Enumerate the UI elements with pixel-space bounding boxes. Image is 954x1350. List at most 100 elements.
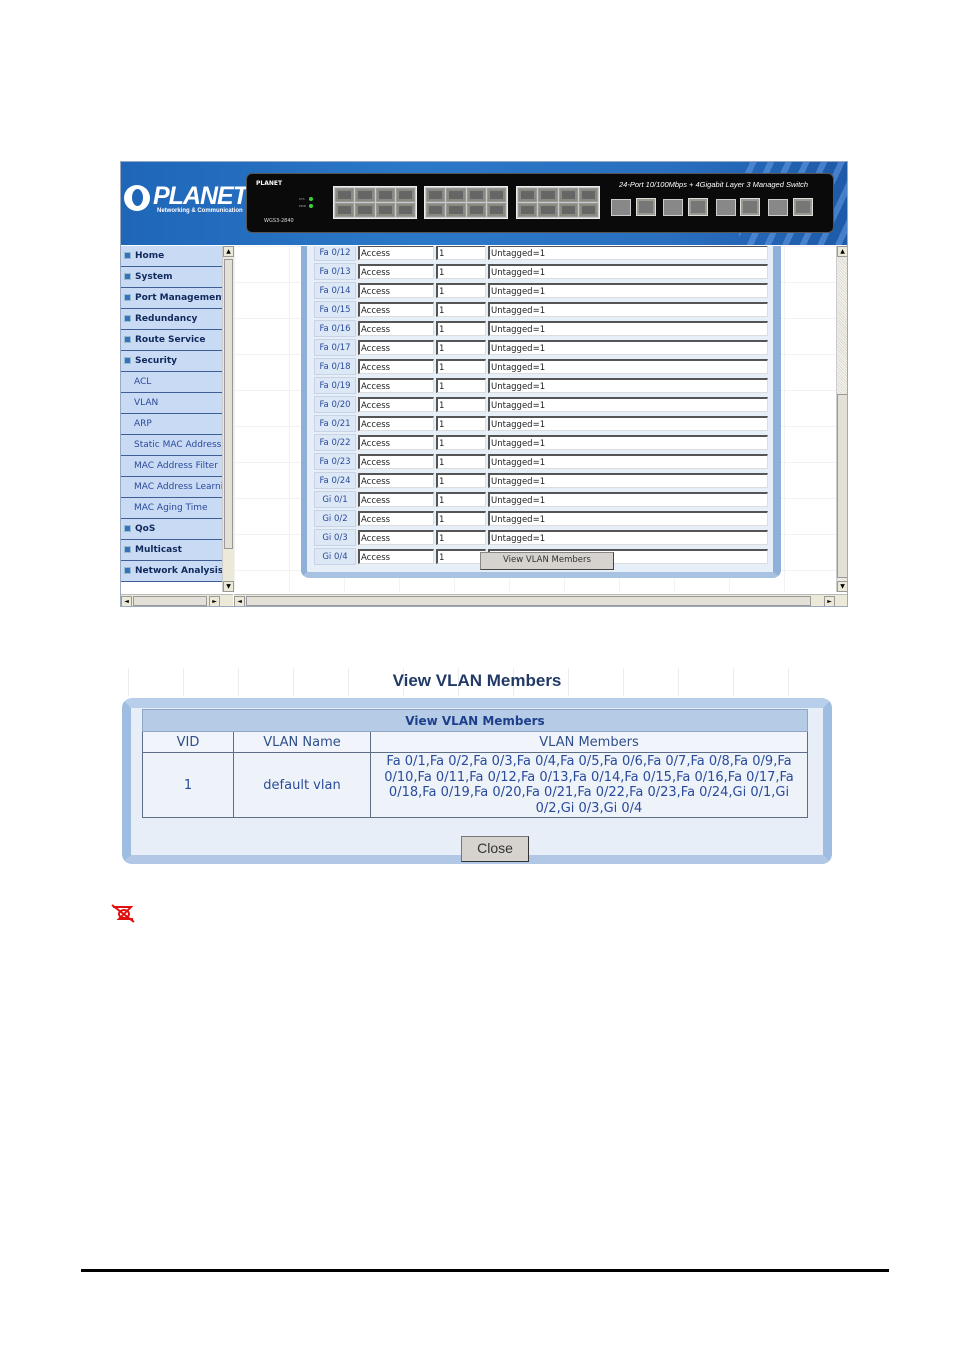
vlan-membership-field[interactable]: Untagged=1 bbox=[488, 378, 768, 393]
device-title: 24-Port 10/100Mbps + 4Gigabit Layer 3 Ma… bbox=[619, 180, 809, 189]
content-horizontal-scrollbar[interactable]: ◄ ► bbox=[234, 594, 847, 606]
pvid-field[interactable]: 1 bbox=[436, 340, 486, 355]
vlan-membership-field[interactable]: Untagged=1 bbox=[488, 359, 768, 374]
pvid-field[interactable]: 1 bbox=[436, 359, 486, 374]
scroll-up-icon[interactable]: ▲ bbox=[223, 246, 234, 257]
vlan-membership-field[interactable]: Untagged=1 bbox=[488, 473, 768, 488]
port-mode-field[interactable]: Access bbox=[358, 246, 434, 260]
sidebar-item-label: Network Analysis bbox=[135, 566, 222, 576]
scrollbar-thumb[interactable] bbox=[837, 394, 847, 578]
view-vlan-members-screenshot: View VLAN Members View VLAN Members VID … bbox=[120, 668, 834, 868]
pvid-field[interactable]: 1 bbox=[436, 435, 486, 450]
vlan-membership-field[interactable]: Untagged=1 bbox=[488, 264, 768, 279]
port-mode-field[interactable]: Access bbox=[358, 416, 434, 431]
sidebar-item-system[interactable]: System bbox=[121, 267, 222, 288]
pvid-field[interactable]: 1 bbox=[436, 454, 486, 469]
port-mode-field[interactable]: Access bbox=[358, 378, 434, 393]
vlan-membership-field[interactable]: Untagged=1 bbox=[488, 321, 768, 336]
vlan-membership-field[interactable]: Untagged=1 bbox=[488, 283, 768, 298]
scrollbar-thumb[interactable] bbox=[246, 596, 811, 606]
vlan-membership-field[interactable]: Untagged=1 bbox=[488, 530, 768, 545]
port-mode-field[interactable]: Access bbox=[358, 435, 434, 450]
port-mode-field[interactable]: Access bbox=[358, 530, 434, 545]
pvid-field[interactable]: 1 bbox=[436, 397, 486, 412]
scroll-right-icon[interactable]: ► bbox=[209, 596, 220, 606]
table-row: Fa 0/22 Access 1 Untagged=1 bbox=[314, 434, 768, 451]
sidebar-item-mac-address-learning[interactable]: MAC Address Learning bbox=[121, 477, 222, 498]
sidebar-item-acl[interactable]: ACL bbox=[121, 372, 222, 393]
close-button[interactable]: Close bbox=[461, 836, 529, 862]
sidebar-item-mac-address-filter[interactable]: MAC Address Filter bbox=[121, 456, 222, 477]
sidebar-item-qos[interactable]: QoS bbox=[121, 519, 222, 540]
pvid-field[interactable]: 1 bbox=[436, 549, 486, 564]
expand-bullet-icon bbox=[124, 525, 131, 532]
vlan-membership-field[interactable]: Untagged=1 bbox=[488, 416, 768, 431]
vlan-membership-field[interactable]: Untagged=1 bbox=[488, 435, 768, 450]
sidebar-item-home[interactable]: Home bbox=[121, 246, 222, 267]
sidebar-item-route-service[interactable]: Route Service bbox=[121, 330, 222, 351]
pvid-field[interactable]: 1 bbox=[436, 321, 486, 336]
vlan-membership-field[interactable]: Untagged=1 bbox=[488, 397, 768, 412]
vlan-membership-field[interactable]: Untagged=1 bbox=[488, 454, 768, 469]
table-row: Gi 0/3 Access 1 Untagged=1 bbox=[314, 529, 768, 546]
expand-bullet-icon bbox=[124, 546, 131, 553]
vlan-members-table: View VLAN Members VID VLAN Name VLAN Mem… bbox=[142, 709, 808, 818]
sidebar-item-redundancy[interactable]: Redundancy bbox=[121, 309, 222, 330]
view-vlan-members-button[interactable]: View VLAN Members bbox=[480, 552, 614, 570]
sidebar-horizontal-scrollbar[interactable]: ◄ ► bbox=[121, 594, 233, 606]
pvid-field[interactable]: 1 bbox=[436, 511, 486, 526]
pvid-field[interactable]: 1 bbox=[436, 246, 486, 260]
sidebar-item-arp[interactable]: ARP bbox=[121, 414, 222, 435]
port-mode-field[interactable]: Access bbox=[358, 492, 434, 507]
scrollbar-thumb[interactable] bbox=[133, 596, 207, 606]
port-mode-field[interactable]: Access bbox=[358, 321, 434, 336]
sidebar-item-mac-aging-time[interactable]: MAC Aging Time bbox=[121, 498, 222, 519]
pvid-field[interactable]: 1 bbox=[436, 492, 486, 507]
sidebar-item-static-mac-address[interactable]: Static MAC Address bbox=[121, 435, 222, 456]
planet-logo[interactable]: PLANET Networking & Communication bbox=[124, 182, 248, 222]
port-mode-field[interactable]: Access bbox=[358, 359, 434, 374]
sidebar-item-network-analysis[interactable]: Network Analysis bbox=[121, 561, 222, 582]
scroll-left-icon[interactable]: ◄ bbox=[234, 596, 245, 606]
vlan-membership-field[interactable]: Untagged=1 bbox=[488, 340, 768, 355]
sidebar-vertical-scrollbar[interactable]: ▲ ▼ bbox=[222, 246, 234, 592]
port-mode-field[interactable]: Access bbox=[358, 454, 434, 469]
scrollbar-thumb[interactable] bbox=[224, 259, 233, 549]
scroll-right-icon[interactable]: ► bbox=[824, 596, 835, 606]
port-mode-field[interactable]: Access bbox=[358, 511, 434, 526]
logo-wordmark: PLANET bbox=[153, 182, 248, 210]
pvid-field[interactable]: 1 bbox=[436, 264, 486, 279]
pvid-field[interactable]: 1 bbox=[436, 283, 486, 298]
port-mode-field[interactable]: Access bbox=[358, 340, 434, 355]
vlan-membership-field[interactable]: Untagged=1 bbox=[488, 511, 768, 526]
vlan-membership-field[interactable]: Untagged=1 bbox=[488, 302, 768, 317]
scroll-down-icon[interactable]: ▼ bbox=[837, 581, 847, 592]
port-mode-field[interactable]: Access bbox=[358, 397, 434, 412]
vlan-membership-field[interactable]: Untagged=1 bbox=[488, 492, 768, 507]
sidebar-item-vlan[interactable]: VLAN bbox=[121, 393, 222, 414]
port-mode-field[interactable]: Access bbox=[358, 549, 434, 564]
sidebar-item-security[interactable]: Security bbox=[121, 351, 222, 372]
pvid-field[interactable]: 1 bbox=[436, 530, 486, 545]
port-mode-field[interactable]: Access bbox=[358, 283, 434, 298]
pvid-field[interactable]: 1 bbox=[436, 378, 486, 393]
port-mode-field[interactable]: Access bbox=[358, 473, 434, 488]
pvid-field[interactable]: 1 bbox=[436, 473, 486, 488]
sidebar-item-port-management[interactable]: Port Management bbox=[121, 288, 222, 309]
column-header-vlan-members: VLAN Members bbox=[370, 731, 808, 753]
scroll-left-icon[interactable]: ◄ bbox=[121, 596, 132, 606]
port-name: Fa 0/22 bbox=[314, 434, 356, 451]
vlan-membership-field[interactable]: Untagged=1 bbox=[488, 246, 768, 260]
sfp-port-icon bbox=[611, 199, 631, 216]
sys-led-icon bbox=[309, 197, 313, 201]
scroll-down-icon[interactable]: ▼ bbox=[223, 581, 234, 592]
pvid-field[interactable]: 1 bbox=[436, 302, 486, 317]
vid-cell: 1 bbox=[142, 752, 234, 818]
sidebar-item-multicast[interactable]: Multicast bbox=[121, 540, 222, 561]
table-row: Fa 0/18 Access 1 Untagged=1 bbox=[314, 358, 768, 375]
content-vertical-scrollbar[interactable]: ▲ ▼ bbox=[836, 246, 847, 592]
scroll-up-icon[interactable]: ▲ bbox=[837, 246, 847, 257]
port-mode-field[interactable]: Access bbox=[358, 264, 434, 279]
pvid-field[interactable]: 1 bbox=[436, 416, 486, 431]
port-mode-field[interactable]: Access bbox=[358, 302, 434, 317]
